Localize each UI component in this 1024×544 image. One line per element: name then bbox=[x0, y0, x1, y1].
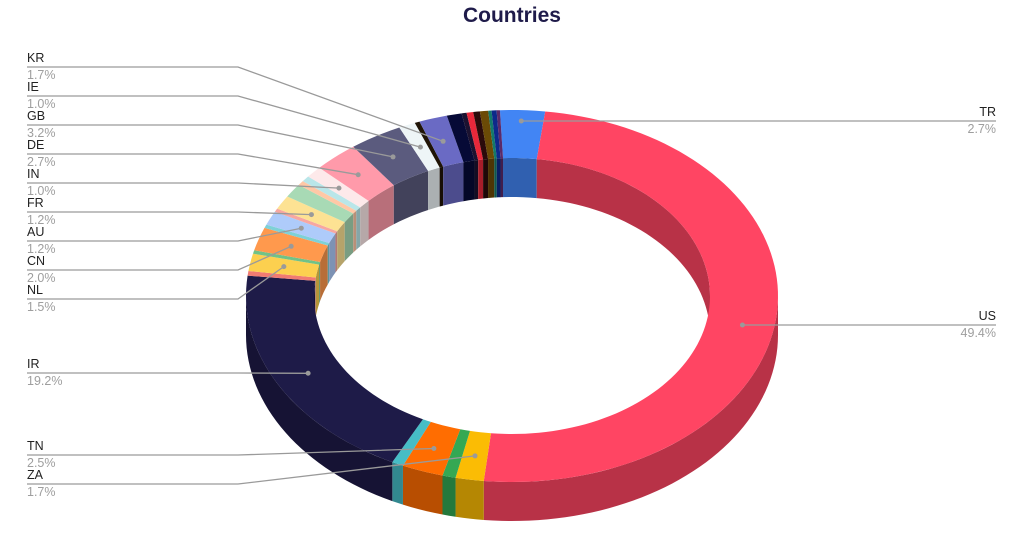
label-name-us: US bbox=[979, 309, 996, 323]
leader-dot-tr bbox=[518, 118, 524, 124]
label-name-au: AU bbox=[27, 225, 44, 239]
label-pct-za: 1.7% bbox=[27, 485, 56, 499]
label-name-ie: IE bbox=[27, 80, 39, 94]
label-pct-ir: 19.2% bbox=[27, 374, 62, 388]
leader-line-gb bbox=[27, 124, 394, 158]
slice-ir[interactable] bbox=[246, 275, 423, 463]
slice-inner-other-22 bbox=[439, 166, 444, 207]
slice-inner-other-24 bbox=[463, 160, 475, 202]
label-name-cn: CN bbox=[27, 254, 45, 268]
slice-inner-other-31 bbox=[500, 158, 504, 198]
label-name-fr: FR bbox=[27, 196, 44, 210]
leader-dot-ir bbox=[305, 370, 311, 376]
leader-line-fr bbox=[27, 211, 312, 216]
leader-dot-cn bbox=[288, 243, 294, 249]
leader-dot-gb bbox=[390, 154, 396, 160]
leader-line-in bbox=[27, 182, 340, 189]
leader-dot-us bbox=[739, 322, 745, 328]
leader-dot-fr bbox=[308, 212, 314, 218]
leader-dot-ie bbox=[417, 144, 423, 150]
leader-line-ie bbox=[27, 95, 421, 148]
slice-inner-other-29 bbox=[494, 158, 497, 198]
leader-dot-za bbox=[472, 453, 478, 459]
slice-inner-other-30 bbox=[496, 158, 501, 198]
slice-inner-other-16 bbox=[353, 210, 357, 253]
leader-dot-de bbox=[355, 172, 361, 178]
leader-dot-au bbox=[298, 225, 304, 231]
label-pct-tr: 2.7% bbox=[968, 122, 997, 136]
slice-inner-kr bbox=[443, 162, 464, 206]
label-name-za: ZA bbox=[27, 468, 44, 482]
label-name-gb: GB bbox=[27, 109, 45, 123]
slice-inner-other-25 bbox=[474, 160, 479, 200]
leader-line-de bbox=[27, 153, 359, 176]
donut-chart: KR1.7%IE1.0%GB3.2%DE2.7%IN1.0%FR1.2%AU1.… bbox=[27, 51, 997, 521]
leader-dot-in bbox=[336, 185, 342, 191]
label-name-de: DE bbox=[27, 138, 44, 152]
leader-line-kr bbox=[27, 66, 444, 142]
slice-inner-other-27 bbox=[483, 159, 489, 199]
leader-dot-nl bbox=[281, 264, 287, 270]
slice-inner-other-17 bbox=[356, 207, 361, 250]
slice-inner-tr bbox=[503, 158, 537, 199]
slice-side-other-3 bbox=[442, 475, 456, 517]
leader-dot-tn bbox=[431, 446, 437, 452]
leader-dot-kr bbox=[440, 138, 446, 144]
slice-side-other-5 bbox=[392, 462, 403, 505]
slice-inner-other-26 bbox=[478, 159, 484, 200]
label-name-tn: TN bbox=[27, 439, 44, 453]
label-pct-us: 49.4% bbox=[961, 326, 996, 340]
slice-inner-other-28 bbox=[488, 158, 495, 199]
slice-inner-other-9 bbox=[319, 262, 321, 304]
slice-side-za bbox=[455, 477, 484, 520]
leader-line-nl bbox=[27, 266, 285, 300]
label-name-nl: NL bbox=[27, 283, 43, 297]
slice-inner-ie bbox=[428, 167, 440, 210]
slice-inner-other-13 bbox=[335, 231, 338, 273]
slice-inner-in bbox=[360, 200, 369, 247]
slice-inner-other-11 bbox=[327, 243, 330, 285]
label-pct-nl: 1.5% bbox=[27, 300, 56, 314]
label-name-kr: KR bbox=[27, 51, 44, 65]
label-name-ir: IR bbox=[27, 357, 40, 371]
label-name-in: IN bbox=[27, 167, 40, 181]
label-name-tr: TR bbox=[979, 105, 996, 119]
